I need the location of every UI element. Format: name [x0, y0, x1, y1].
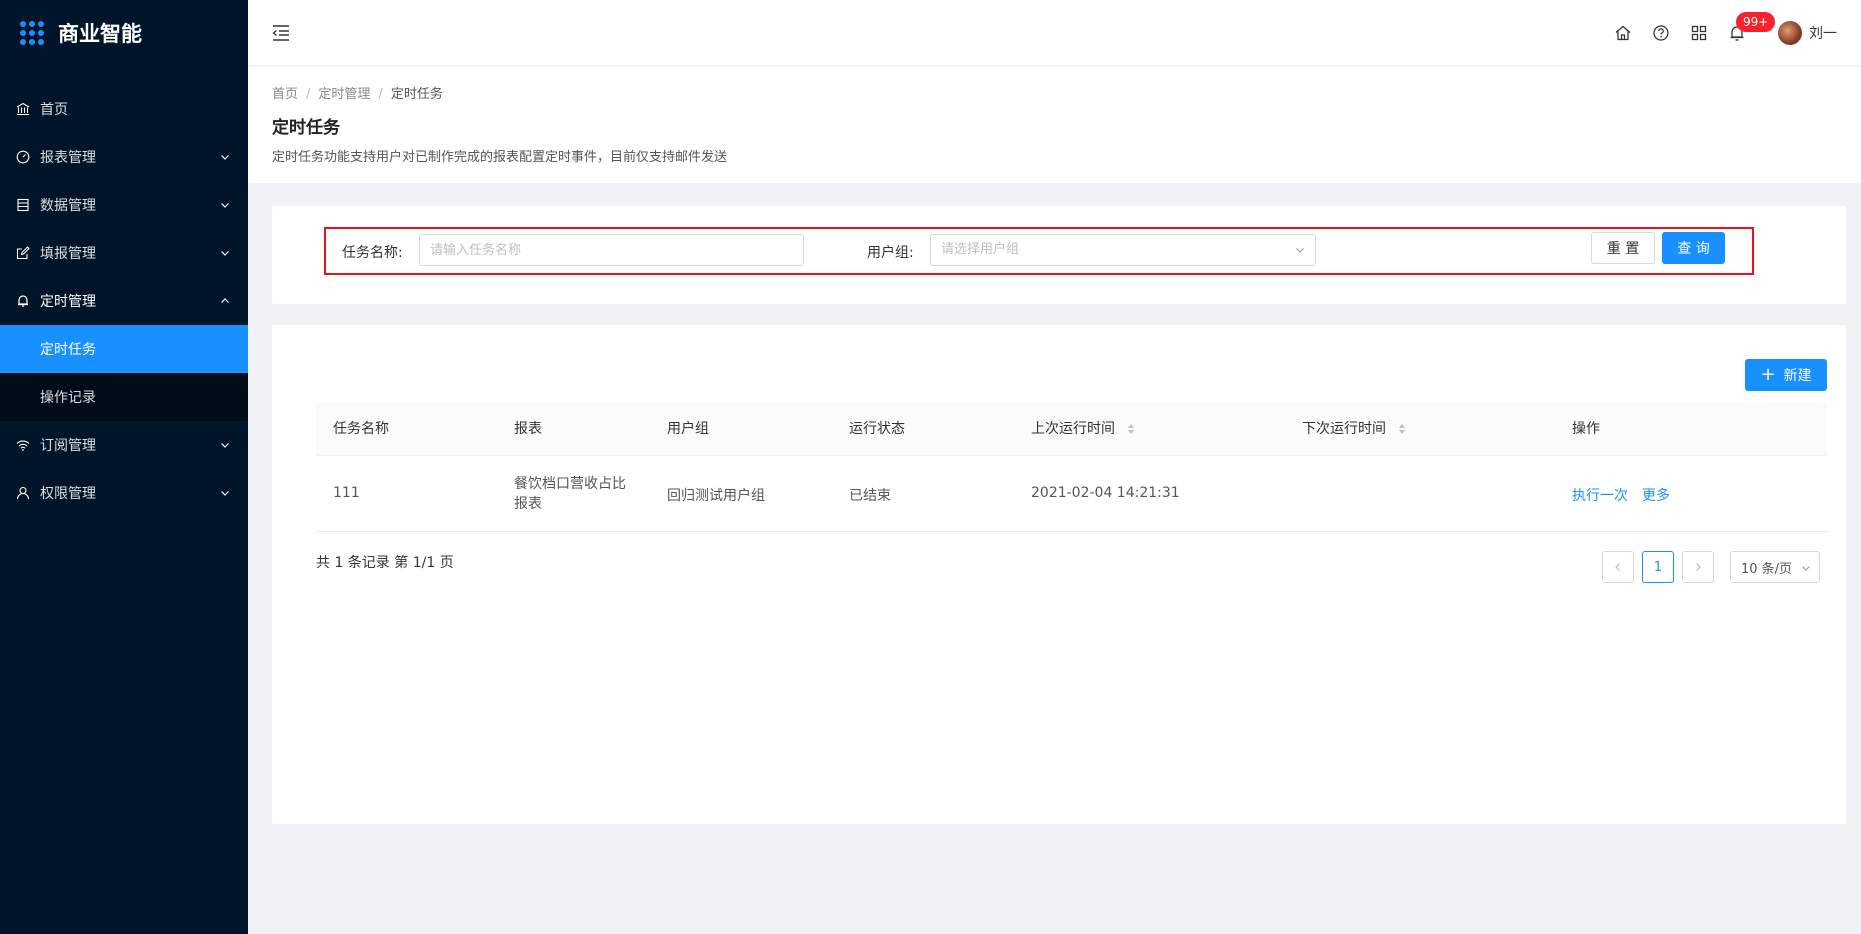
- page-size-value: 10 条/页: [1741, 561, 1793, 577]
- top-header: 99+ 刘一: [248, 0, 1861, 66]
- bank-icon: [16, 102, 30, 116]
- sort-icon[interactable]: [1398, 423, 1406, 435]
- chevron-down-icon: [1296, 248, 1304, 253]
- col-next-run-label: 下次运行时间: [1302, 421, 1386, 437]
- run-once-link[interactable]: 执行一次: [1572, 485, 1628, 505]
- avatar[interactable]: [1778, 21, 1802, 45]
- chevron-down-icon: [1802, 566, 1810, 571]
- sidebar-item-label: 操作记录: [40, 390, 96, 406]
- chevron-down-icon: [221, 155, 229, 160]
- sidebar-item-home[interactable]: 首页: [0, 85, 248, 133]
- chevron-down-icon: [221, 203, 229, 208]
- breadcrumb: 首页 / 定时管理 / 定时任务: [272, 87, 443, 102]
- sidebar-menu: 首页 报表管理 数据管理 填报管理 定时管理 定时任务 操作记录 订阅管理 权限…: [0, 85, 248, 517]
- sidebar-item-label: 定时管理: [40, 294, 96, 310]
- row-report: 餐饮档口营收占比 报表: [514, 474, 626, 514]
- sidebar-item-permissions[interactable]: 权限管理: [0, 469, 248, 517]
- col-user-group: 用户组: [667, 421, 709, 437]
- chevron-down-icon: [221, 491, 229, 496]
- page-header: 首页 / 定时管理 / 定时任务 定时任务 定时任务功能支持用户对已制作完成的报表配置定…: [248, 67, 1861, 183]
- more-link[interactable]: 更多: [1642, 485, 1670, 505]
- apps-grid-icon: [20, 21, 44, 45]
- col-last-run[interactable]: 上次运行时间: [1031, 403, 1135, 456]
- sidebar-item-scheduled-tasks[interactable]: 定时任务: [0, 325, 248, 373]
- sidebar-item-label: 订阅管理: [40, 438, 96, 454]
- pagination-summary: 共 1 条记录 第 1/1 页: [316, 555, 454, 571]
- chevron-up-icon: [221, 298, 229, 303]
- notification-badge: 99+: [1736, 12, 1776, 32]
- next-page-button[interactable]: [1682, 551, 1714, 583]
- row-status: 已结束: [849, 488, 891, 504]
- user-group-placeholder: 请选择用户组: [941, 242, 1020, 257]
- plus-icon: +: [1760, 364, 1776, 385]
- query-button[interactable]: 查 询: [1662, 232, 1725, 264]
- col-run-status: 运行状态: [849, 421, 905, 437]
- col-actions: 操作: [1572, 421, 1600, 437]
- user-group-label: 用户组:: [867, 245, 914, 261]
- sidebar-item-label: 报表管理: [40, 150, 96, 166]
- table-row: 111 餐饮档口营收占比 报表 回归测试用户组 已结束 2021-02-04 1…: [316, 456, 1827, 532]
- col-task-name: 任务名称: [333, 421, 389, 437]
- col-next-run[interactable]: 下次运行时间: [1302, 403, 1406, 456]
- new-task-button[interactable]: + 新建: [1745, 359, 1827, 391]
- chevron-down-icon: [221, 251, 229, 256]
- edit-icon: [16, 246, 30, 260]
- chevron-right-icon: [1696, 563, 1701, 571]
- page-size-select[interactable]: 10 条/页: [1730, 551, 1820, 583]
- new-task-label: 新建: [1783, 368, 1812, 384]
- tasks-table: 任务名称 报表 用户组 运行状态 上次运行时间 下次运行时间 操作 111 餐饮…: [316, 403, 1827, 532]
- bell-icon: [16, 294, 30, 308]
- breadcrumb-current: 定时任务: [390, 87, 443, 102]
- sidebar-item-operation-log[interactable]: 操作记录: [0, 373, 248, 421]
- user-group-select[interactable]: 请选择用户组: [930, 234, 1316, 266]
- prev-page-button[interactable]: [1602, 551, 1634, 583]
- sidebar-item-fill[interactable]: 填报管理: [0, 229, 248, 277]
- database-icon: [16, 198, 30, 212]
- breadcrumb-schedule[interactable]: 定时管理: [318, 87, 370, 102]
- dashboard-icon: [16, 150, 30, 164]
- search-card: 任务名称: 用户组: 请选择用户组 重 置 查 询: [272, 206, 1846, 304]
- row-report-line2: 报表: [514, 496, 542, 512]
- sidebar-item-label: 权限管理: [40, 486, 96, 502]
- page-description: 定时任务功能支持用户对已制作完成的报表配置定时事件，目前仅支持邮件发送: [272, 150, 728, 165]
- sidebar-item-label: 填报管理: [40, 246, 96, 262]
- sidebar-item-label: 定时任务: [40, 342, 96, 358]
- sidebar-item-schedule[interactable]: 定时管理: [0, 277, 248, 325]
- col-last-run-label: 上次运行时间: [1031, 421, 1115, 437]
- appstore-icon[interactable]: [1690, 24, 1708, 42]
- chevron-down-icon: [221, 443, 229, 448]
- chevron-left-icon: [1615, 563, 1620, 571]
- sidebar-item-data[interactable]: 数据管理: [0, 181, 248, 229]
- app-title: 商业智能: [58, 22, 142, 46]
- row-user-group: 回归测试用户组: [667, 488, 765, 504]
- help-icon[interactable]: [1652, 24, 1670, 42]
- sidebar-item-label: 数据管理: [40, 198, 96, 214]
- table-header: 任务名称 报表 用户组 运行状态 上次运行时间 下次运行时间 操作: [316, 403, 1827, 456]
- page-title: 定时任务: [272, 118, 340, 138]
- logo[interactable]: 商业智能: [0, 0, 248, 66]
- breadcrumb-home[interactable]: 首页: [272, 87, 298, 102]
- sidebar: 商业智能 首页 报表管理 数据管理 填报管理 定时管理 定时任务 操作记录 订阅…: [0, 0, 248, 934]
- col-report: 报表: [514, 421, 542, 437]
- row-task-name: 111: [333, 485, 360, 501]
- wifi-icon: [16, 438, 30, 452]
- task-name-input[interactable]: [419, 234, 804, 266]
- schedule-submenu: 定时任务 操作记录: [0, 325, 248, 421]
- home-icon[interactable]: [1614, 24, 1632, 42]
- sidebar-item-subscription[interactable]: 订阅管理: [0, 421, 248, 469]
- task-name-label: 任务名称:: [342, 245, 403, 261]
- user-icon: [16, 486, 30, 500]
- sidebar-item-reports[interactable]: 报表管理: [0, 133, 248, 181]
- sidebar-item-label: 首页: [40, 102, 68, 118]
- username[interactable]: 刘一: [1809, 23, 1837, 43]
- page-1-button[interactable]: 1: [1642, 551, 1674, 583]
- sort-icon[interactable]: [1127, 423, 1135, 435]
- menu-fold-icon[interactable]: [272, 24, 290, 42]
- row-report-line1: 餐饮档口营收占比: [514, 476, 626, 492]
- table-card: + 新建 任务名称 报表 用户组 运行状态 上次运行时间 下次运行时间 操作 1…: [272, 325, 1846, 824]
- row-last-run: 2021-02-04 14:21:31: [1031, 485, 1180, 501]
- reset-button[interactable]: 重 置: [1591, 232, 1655, 264]
